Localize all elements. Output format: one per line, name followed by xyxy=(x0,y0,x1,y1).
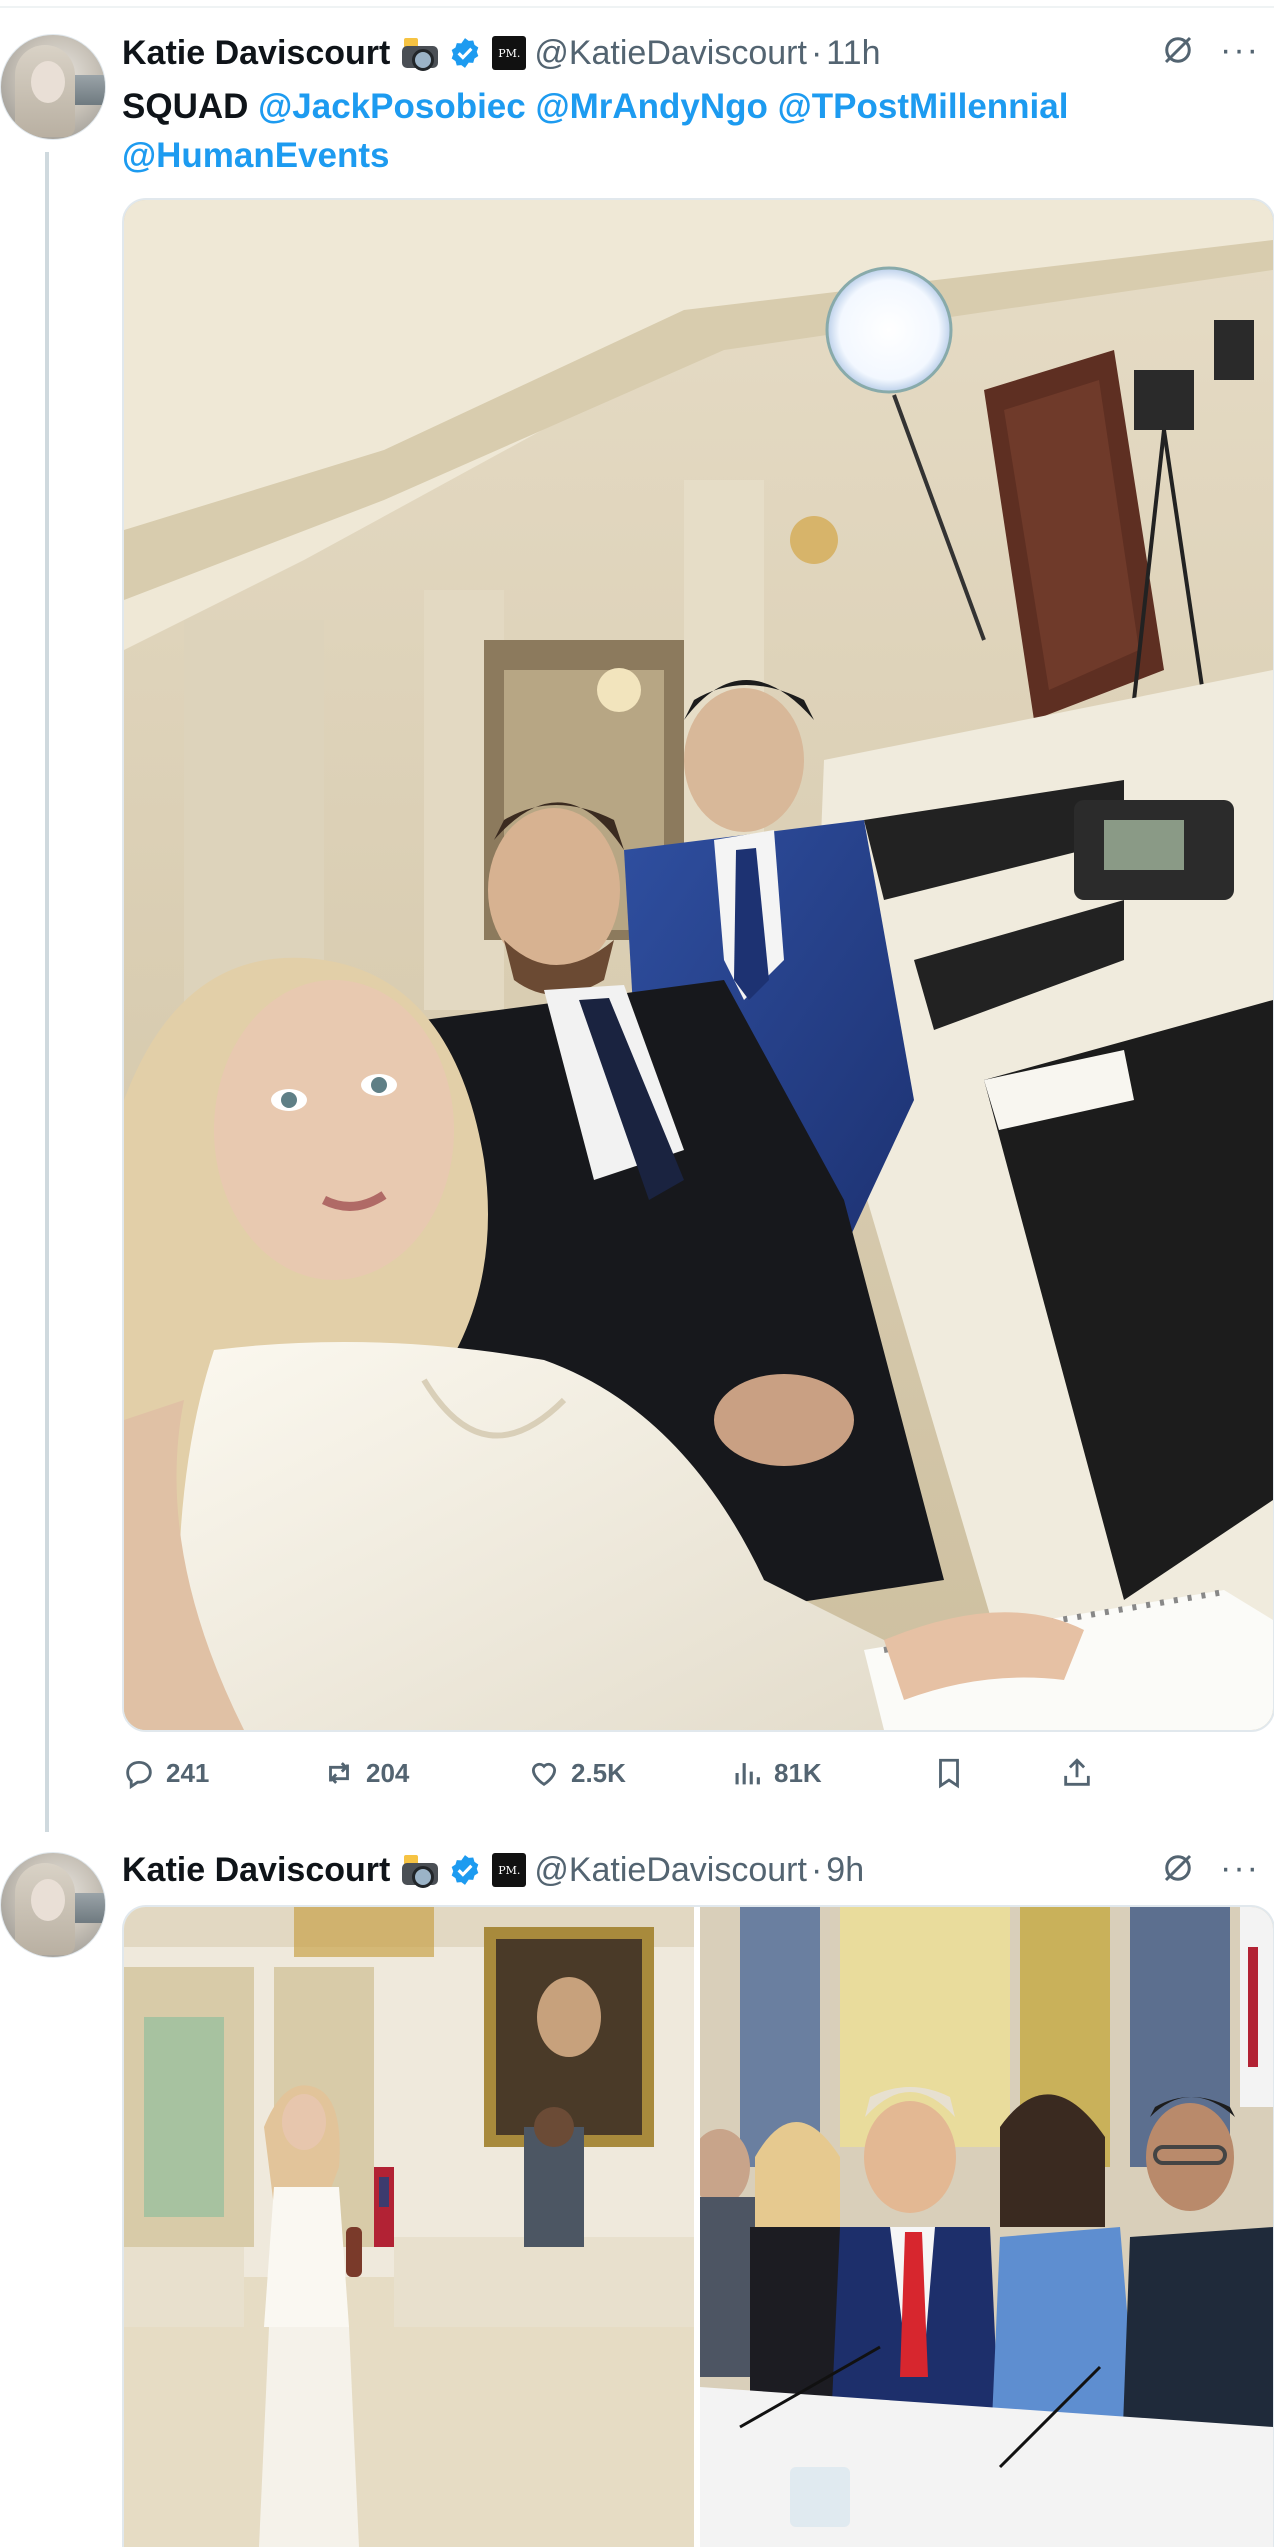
tweet-text-word: SQUAD xyxy=(122,87,249,126)
tweet-header: Katie Daviscourt PM. @KatieDaviscourt · … xyxy=(122,1845,864,1895)
mention-link[interactable]: @MrAndyNgo xyxy=(535,87,767,126)
selfie-photo[interactable] xyxy=(122,198,1274,1732)
state-dining-room-illustration xyxy=(124,1907,694,2547)
views-button[interactable]: 81K xyxy=(730,1756,822,1790)
like-count: 2.5K xyxy=(571,1757,626,1788)
author-avatar[interactable] xyxy=(0,34,106,140)
selfie-photo-illustration xyxy=(124,200,1273,1730)
repost-icon xyxy=(329,1762,349,1784)
tweet-header: Katie Daviscourt PM. @KatieDaviscourt · … xyxy=(122,28,881,78)
like-button[interactable]: 2.5K xyxy=(527,1756,626,1790)
verified-icon xyxy=(452,1855,479,1885)
repost-button[interactable]: 204 xyxy=(322,1756,409,1790)
camera-emoji-icon xyxy=(400,36,440,71)
tweet-header-actions: ··· xyxy=(1160,1850,1260,1886)
share-button[interactable] xyxy=(1060,1756,1094,1790)
mention-link[interactable]: @HumanEvents xyxy=(122,136,390,175)
views-icon xyxy=(735,1763,760,1785)
affiliate-badge[interactable]: PM. xyxy=(492,36,527,70)
verified-icon xyxy=(452,38,479,68)
share-icon xyxy=(1064,1758,1090,1786)
cabinet-meeting-photo[interactable] xyxy=(700,1907,1273,2547)
affiliate-badge[interactable]: PM. xyxy=(492,1853,527,1887)
separator-dot: · xyxy=(810,33,823,72)
cabinet-meeting-illustration xyxy=(700,1907,1273,2547)
more-icon[interactable]: ··· xyxy=(1220,1851,1260,1885)
state-dining-room-photo[interactable] xyxy=(124,1907,694,2547)
bookmark-button[interactable] xyxy=(932,1756,966,1790)
reply-count: 241 xyxy=(166,1757,210,1788)
reply-button[interactable]: 241 xyxy=(122,1756,209,1790)
author-name[interactable]: Katie Daviscourt xyxy=(122,34,390,73)
top-divider xyxy=(0,0,1274,8)
author-handle[interactable]: @KatieDaviscourt xyxy=(534,1851,807,1890)
bookmark-icon xyxy=(939,1758,959,1789)
author-avatar[interactable] xyxy=(0,1852,106,1958)
author-handle[interactable]: @KatieDaviscourt xyxy=(534,34,807,73)
tweet-action-bar: 241 204 2.5K 81K xyxy=(122,1748,1172,1798)
thread-connector-line xyxy=(45,152,49,1832)
separator-dot: · xyxy=(810,1850,823,1889)
mention-link[interactable]: @TPostMillennial xyxy=(778,87,1069,126)
tweet-media-grid xyxy=(122,1905,1274,2547)
grok-icon[interactable] xyxy=(1160,32,1196,68)
tweet-time[interactable]: 11h xyxy=(826,34,880,73)
author-name[interactable]: Katie Daviscourt xyxy=(122,1851,390,1890)
views-count: 81K xyxy=(774,1757,822,1788)
more-icon[interactable]: ··· xyxy=(1220,33,1260,67)
like-icon xyxy=(531,1762,557,1786)
camera-emoji-icon xyxy=(400,1853,440,1888)
tweet-text: SQUAD @JackPosobiec @MrAndyNgo @TPostMil… xyxy=(122,82,1252,180)
repost-count: 204 xyxy=(366,1757,410,1788)
grok-icon[interactable] xyxy=(1160,1850,1196,1886)
tweet-time[interactable]: 9h xyxy=(826,1851,864,1890)
tweet-header-actions: ··· xyxy=(1160,32,1260,68)
mention-link[interactable]: @JackPosobiec xyxy=(258,87,526,126)
reply-icon xyxy=(126,1760,152,1790)
